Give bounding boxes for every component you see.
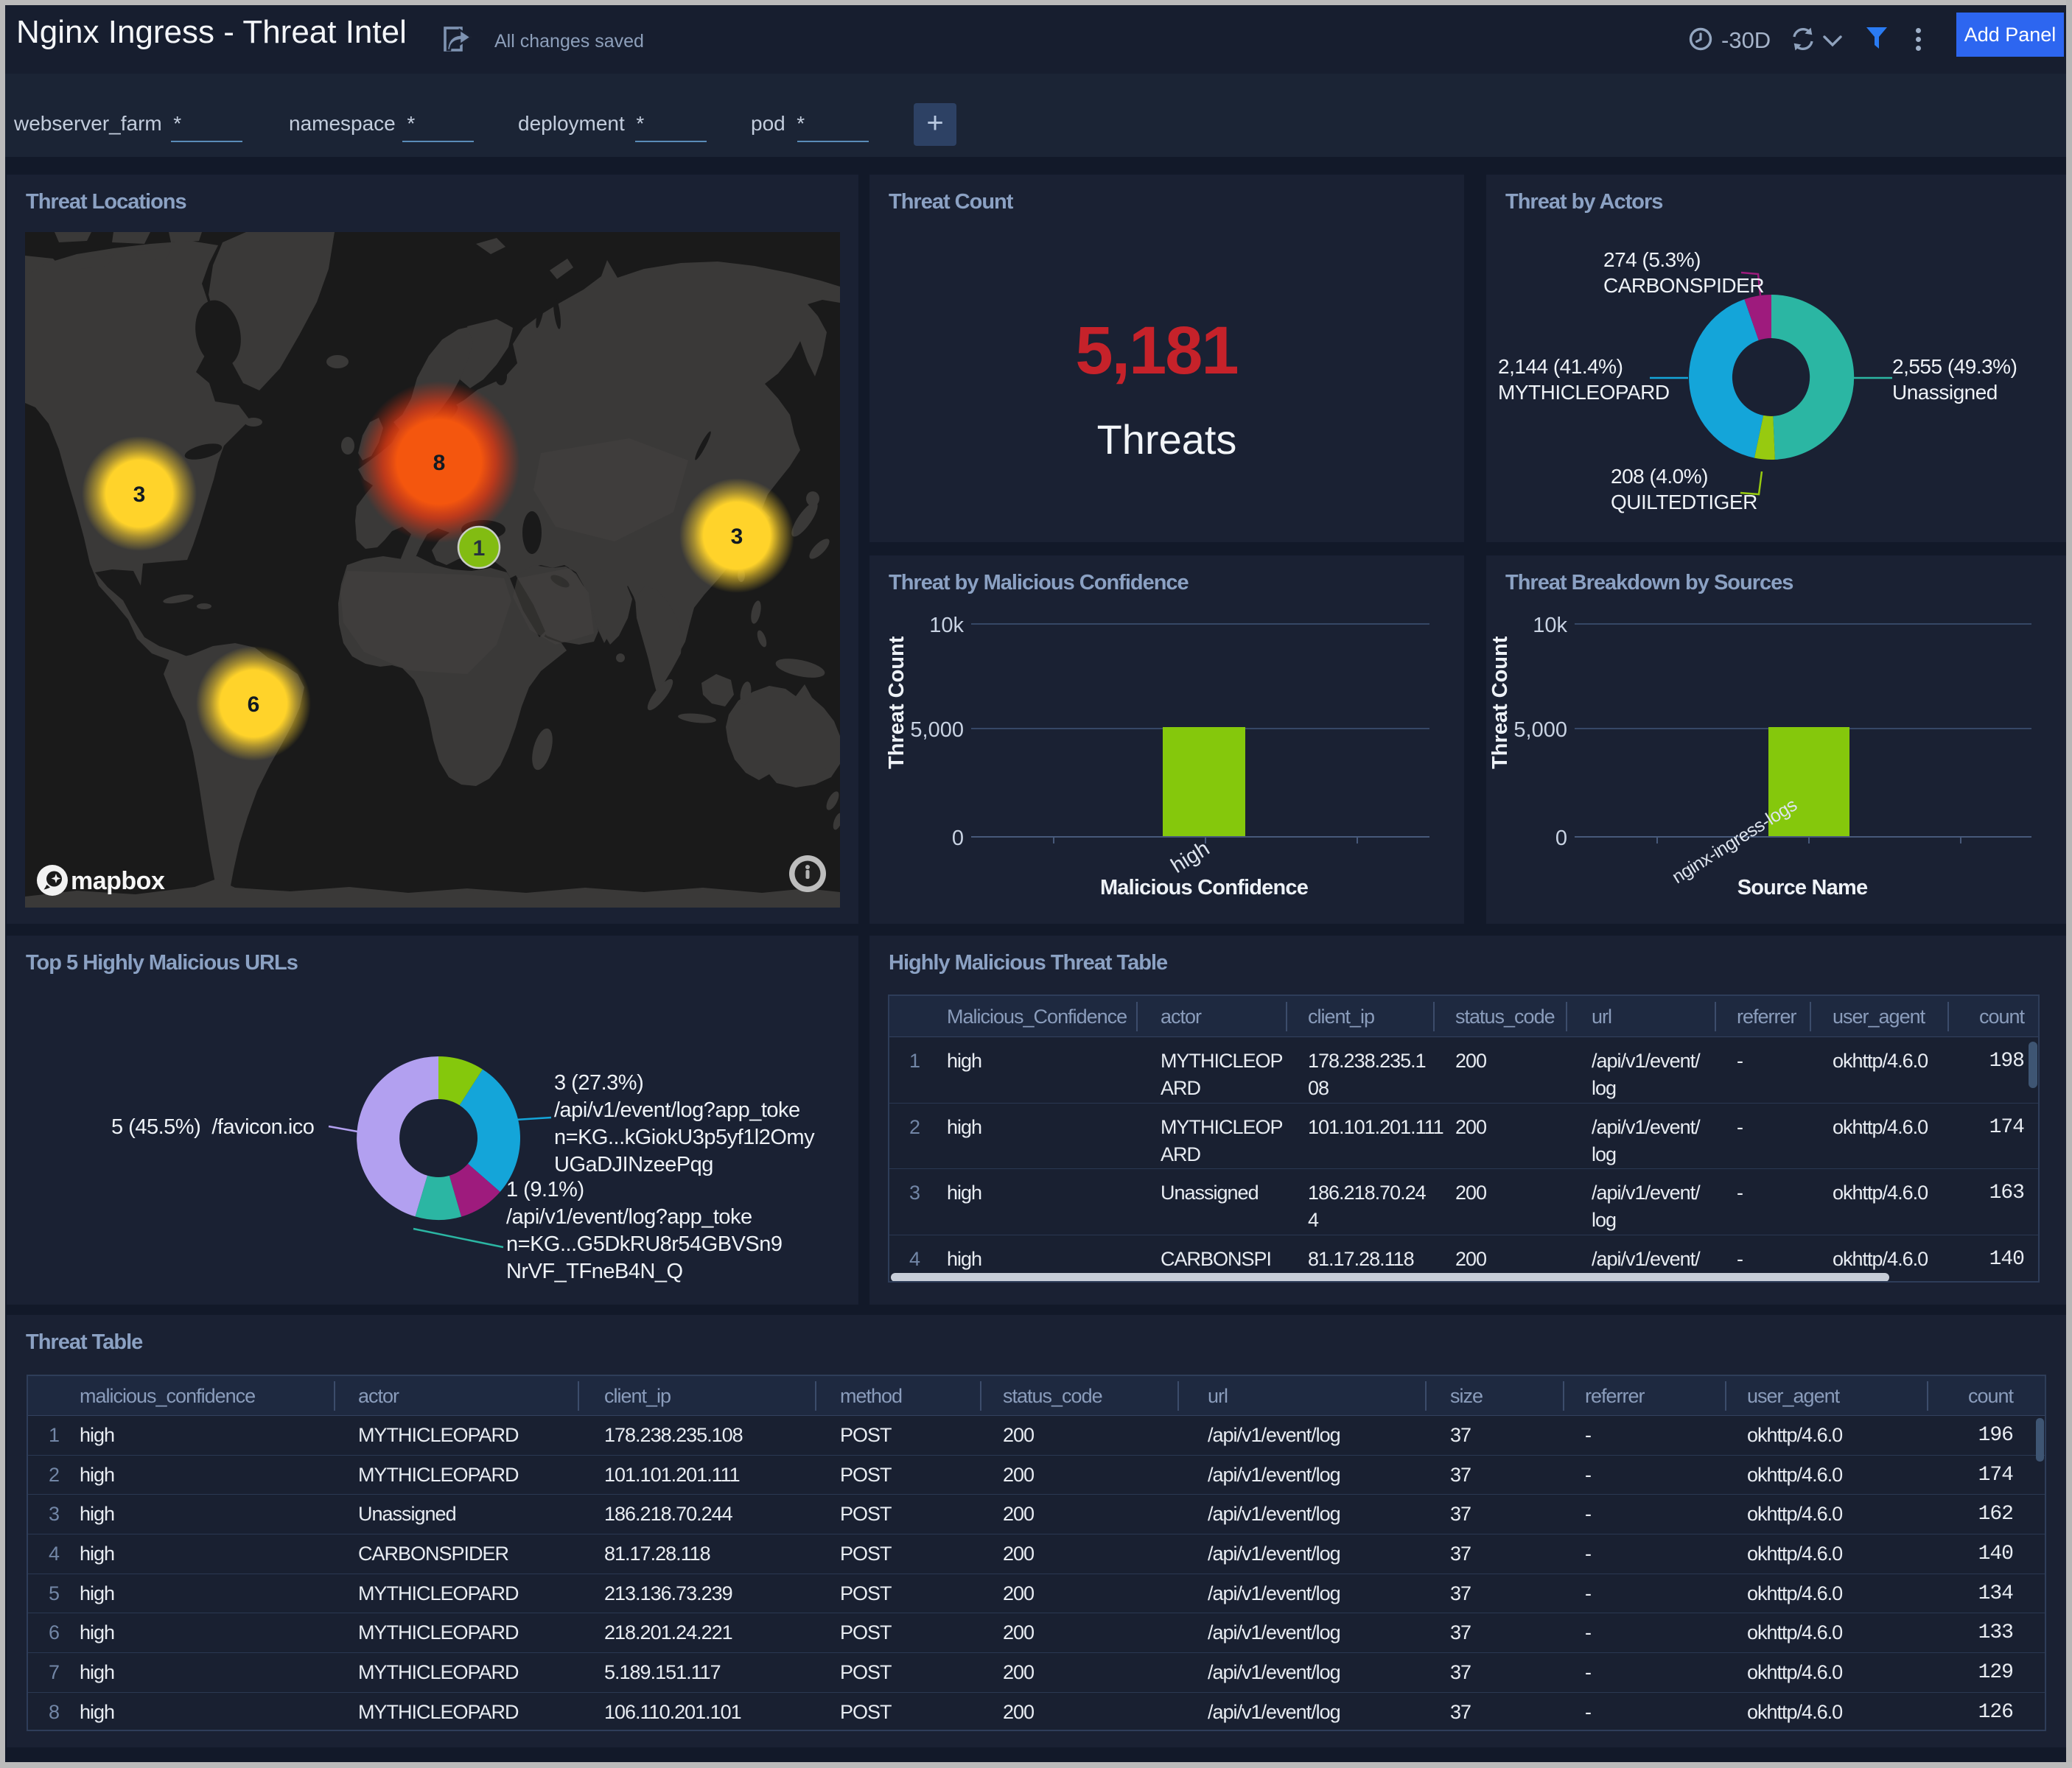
svg-text:0: 0 xyxy=(952,827,964,850)
svg-text:10k: 10k xyxy=(1533,614,1567,637)
svg-text:10k: 10k xyxy=(929,614,964,637)
svg-text:high: high xyxy=(1167,837,1214,878)
svg-text:3: 3 xyxy=(731,525,743,549)
svg-text:Threat Count: Threat Count xyxy=(1488,636,1512,769)
svg-text:6: 6 xyxy=(248,692,260,717)
svg-text:0: 0 xyxy=(1555,827,1567,850)
svg-text:1: 1 xyxy=(473,536,486,561)
svg-text:5,000: 5,000 xyxy=(910,718,964,742)
svg-text:8: 8 xyxy=(433,451,446,475)
svg-text:Source Name: Source Name xyxy=(1737,876,1868,899)
svg-text:5,000: 5,000 xyxy=(1513,718,1567,742)
svg-text:mapbox: mapbox xyxy=(71,867,165,895)
svg-text:3: 3 xyxy=(133,483,146,507)
svg-text:Threat Count: Threat Count xyxy=(885,636,909,769)
svg-text:Malicious Confidence: Malicious Confidence xyxy=(1100,876,1309,899)
svg-text:nginx-ingress-logs: nginx-ingress-logs xyxy=(1668,795,1800,888)
